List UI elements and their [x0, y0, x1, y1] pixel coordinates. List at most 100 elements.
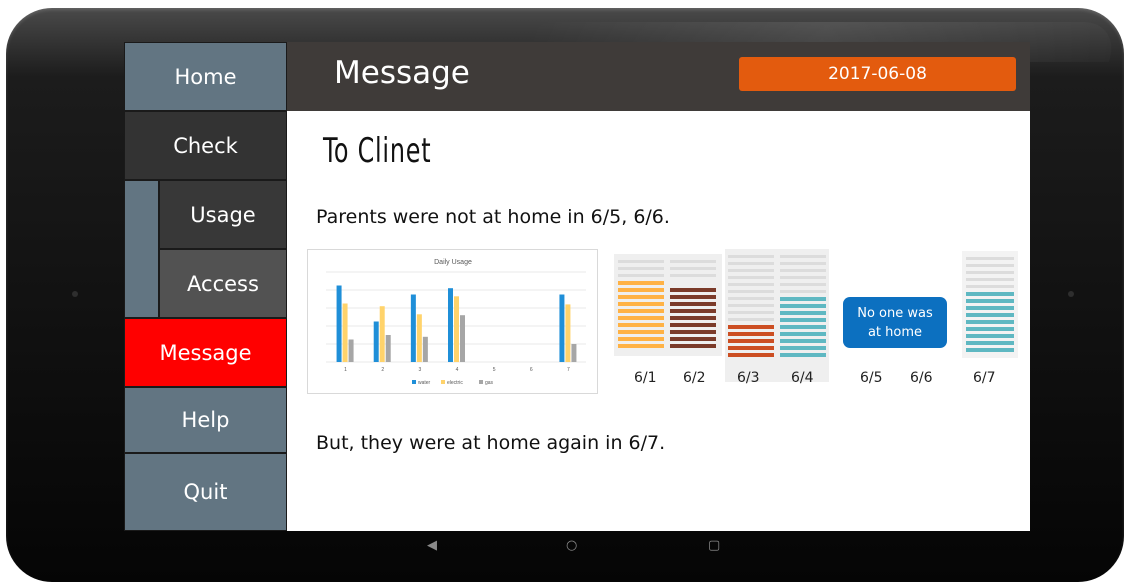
chart-bar-electric — [342, 303, 348, 362]
nav-message-button[interactable]: Message — [124, 318, 287, 387]
tile-empty-stripe — [728, 290, 774, 293]
tile-usage-stripe — [780, 304, 826, 308]
callout-line-2: at home — [867, 324, 923, 340]
tile-usage-stripe — [780, 339, 826, 343]
tile-usage-stripe — [670, 330, 716, 334]
chart-bar-gas — [385, 335, 391, 362]
tile-usage-stripe — [618, 344, 664, 348]
legend-label-electric: electric — [447, 380, 463, 386]
tile-usage-stripe — [670, 344, 716, 348]
legend-label-water: water — [418, 380, 431, 386]
tile-empty-stripe — [728, 276, 774, 279]
chart-bar-gas — [348, 339, 354, 362]
android-nav-bar: ◀ ○ ▢ — [124, 532, 1030, 558]
nav-help-button[interactable]: Help — [124, 387, 287, 453]
tile-usage-stripe — [966, 348, 1014, 352]
check-submenu-indicator — [124, 180, 159, 318]
tile-empty-stripe — [966, 271, 1014, 274]
tile-usage-stripe — [780, 311, 826, 315]
tile-usage-stripe — [618, 281, 664, 285]
message-content: To Clinet Parents were not at home in 6/… — [287, 111, 1030, 531]
tile-empty-stripe — [618, 274, 664, 277]
day-label: 6/1 — [634, 370, 657, 386]
chart-bar-water — [373, 321, 379, 362]
nav-usage-button[interactable]: Usage — [159, 180, 287, 249]
tile-usage-stripe — [966, 341, 1014, 345]
day-label: 6/3 — [737, 370, 760, 386]
sidebar: Home Check Usage Access Message Help Qui… — [124, 42, 287, 531]
message-line-absence: Parents were not at home in 6/5, 6/6. — [316, 206, 670, 228]
tile-empty-stripe — [780, 262, 826, 265]
day-label: 6/5 — [860, 370, 883, 386]
tile-usage-stripe — [728, 332, 774, 336]
tile-usage-stripe — [670, 295, 716, 299]
tile-empty-stripe — [966, 278, 1014, 281]
chart-bar-electric — [416, 314, 422, 362]
daily-usage-chart: Daily Usage 1 2 3 4 5 6 7 water electric gas — [307, 249, 598, 394]
tile-usage-stripe — [966, 299, 1014, 303]
tile-empty-stripe — [728, 255, 774, 258]
tile-usage-stripe — [618, 316, 664, 320]
tile-empty-stripe — [780, 269, 826, 272]
tile-usage-stripe — [780, 353, 826, 357]
chart-x-tick: 7 — [567, 367, 570, 373]
tile-usage-stripe — [780, 325, 826, 329]
tile-usage-stripe — [728, 353, 774, 357]
tile-usage-stripe — [670, 309, 716, 313]
tile-usage-stripe — [728, 346, 774, 350]
legend-swatch-water — [412, 380, 416, 384]
tile-usage-stripe — [670, 316, 716, 320]
chart-bar-electric — [565, 304, 571, 362]
tile-usage-stripe — [966, 313, 1014, 317]
message-heading: To Clinet — [323, 131, 432, 171]
tile-usage-stripe — [670, 302, 716, 306]
daily-usage-chart-svg: Daily Usage 1 2 3 4 5 6 7 water electric gas — [326, 259, 586, 386]
tile-usage-stripe — [780, 346, 826, 350]
tile-usage-stripe — [728, 325, 774, 329]
tile-empty-stripe — [618, 260, 664, 263]
chart-bar-gas — [422, 336, 428, 362]
chart-bar-water — [559, 294, 565, 362]
legend-swatch-gas — [479, 380, 483, 384]
tile-empty-stripe — [728, 311, 774, 314]
nav-access-button[interactable]: Access — [159, 249, 287, 318]
tile-usage-stripe — [670, 323, 716, 327]
chart-x-tick: 5 — [493, 367, 496, 373]
tile-empty-stripe — [966, 264, 1014, 267]
chart-x-tick: 2 — [381, 367, 384, 373]
tile-usage-stripe — [618, 323, 664, 327]
chart-bar-water — [410, 294, 416, 362]
tile-usage-stripe — [618, 330, 664, 334]
tile-empty-stripe — [728, 262, 774, 265]
left-sensor — [72, 291, 78, 297]
chart-bar-water — [336, 285, 342, 362]
tile-empty-stripe — [618, 267, 664, 270]
tile-empty-stripe — [780, 276, 826, 279]
tile-usage-stripe — [780, 318, 826, 322]
nav-quit-button[interactable]: Quit — [124, 453, 287, 531]
tile-usage-stripe — [966, 306, 1014, 310]
recent-apps-icon[interactable]: ▢ — [708, 538, 720, 553]
tile-usage-stripe — [966, 334, 1014, 338]
day-label: 6/4 — [791, 370, 814, 386]
chart-x-tick: 3 — [418, 367, 421, 373]
chart-bar-gas — [460, 315, 465, 362]
tile-empty-stripe — [780, 290, 826, 293]
nav-home-button[interactable]: Home — [124, 42, 287, 111]
tile-usage-stripe — [966, 320, 1014, 324]
legend-label-gas: gas — [485, 380, 494, 386]
tile-usage-stripe — [670, 288, 716, 292]
nav-check-button[interactable]: Check — [124, 111, 287, 180]
tile-usage-stripe — [966, 292, 1014, 296]
back-icon[interactable]: ◀ — [427, 538, 437, 553]
home-circle-icon[interactable]: ○ — [566, 538, 577, 553]
tile-usage-stripe — [670, 337, 716, 341]
tile-usage-stripe — [780, 297, 826, 301]
chart-bar-electric — [379, 306, 385, 362]
tile-usage-stripe — [618, 302, 664, 306]
chart-x-tick: 6 — [530, 367, 533, 373]
chart-bar-gas — [571, 344, 577, 362]
tile-usage-stripe — [618, 295, 664, 299]
tile-usage-stripe — [618, 288, 664, 292]
chart-bar-electric — [454, 296, 459, 362]
